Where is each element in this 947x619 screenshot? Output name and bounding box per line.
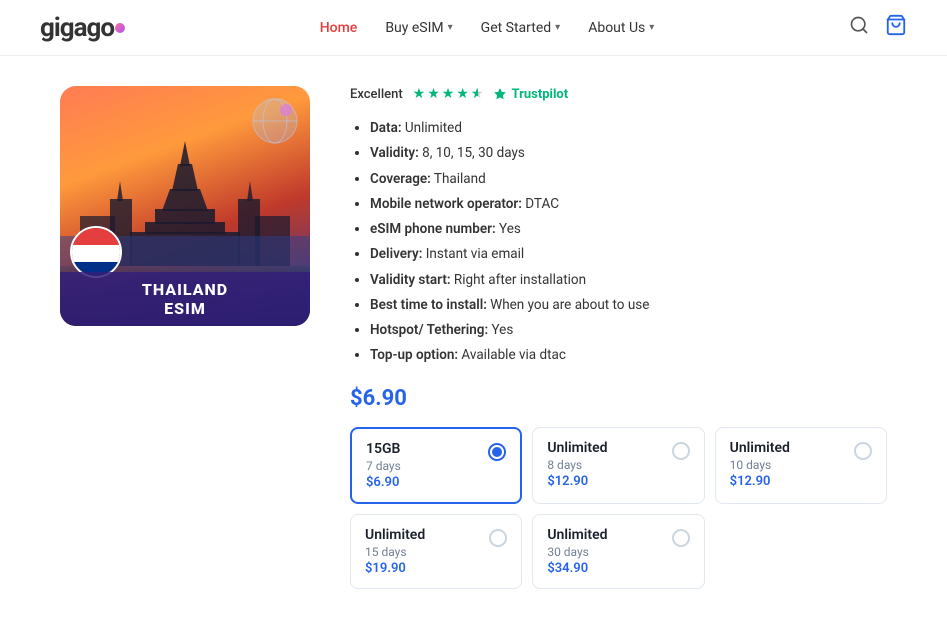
plan-radio-1 [672, 442, 690, 460]
chevron-down-icon: ▾ [649, 22, 654, 33]
logo-dot [115, 23, 125, 33]
plan-validity: 15 days [365, 545, 425, 559]
plan-radio-4 [672, 529, 690, 547]
logo[interactable]: gigago [40, 13, 125, 43]
trustpilot-label: Trustpilot [511, 87, 568, 102]
specs-list: Data: Unlimited Validity: 8, 10, 15, 30 … [350, 118, 887, 366]
logo-text-go: go [87, 13, 115, 43]
plan-card-unlimited-8days[interactable]: Unlimited 8 days $12.90 [532, 427, 704, 504]
spec-operator: Mobile network operator: DTAC [370, 194, 887, 214]
star-3: ★ [442, 86, 455, 102]
nav-about-us[interactable]: About Us ▾ [588, 20, 654, 36]
trustpilot-badge: Trustpilot [493, 87, 568, 102]
spec-data: Data: Unlimited [370, 118, 887, 138]
header-icons [849, 14, 907, 41]
logo-text-giga: giga [40, 13, 87, 43]
spec-best-time: Best time to install: When you are about… [370, 295, 887, 315]
rating-row: Excellent ★ ★ ★ ★ ★ ★ Trustpilot [350, 86, 887, 102]
plans-grid: 15GB 7 days $6.90 Unlimited 8 days $12.9… [350, 427, 887, 589]
star-2: ★ [427, 86, 440, 102]
plan-validity: 8 days [547, 458, 607, 472]
main-nav: Home Buy eSIM ▾ Get Started ▾ About Us ▾ [320, 20, 655, 36]
plan-card-unlimited-15days[interactable]: Unlimited 15 days $19.90 [350, 514, 522, 589]
chevron-down-icon: ▾ [448, 22, 453, 33]
plan-name: 15GB [366, 441, 401, 457]
plan-radio-3 [489, 529, 507, 547]
rating-label: Excellent [350, 87, 403, 102]
search-button[interactable] [849, 15, 869, 40]
page-content: THAILAND ESIM Excellent ★ ★ ★ ★ ★ ★ [0, 56, 947, 619]
plan-name: Unlimited [730, 440, 790, 456]
spec-validity: Validity: 8, 10, 15, 30 days [370, 143, 887, 163]
star-1: ★ [413, 86, 426, 102]
star-5-half: ★ ★ [471, 86, 484, 102]
product-image-box: THAILAND ESIM [60, 86, 310, 326]
plan-price: $6.90 [366, 475, 401, 490]
spec-delivery: Delivery: Instant via email [370, 244, 887, 264]
plan-price: $19.90 [365, 561, 425, 576]
plan-radio-2 [854, 442, 872, 460]
product-image-label: THAILAND ESIM [60, 272, 310, 326]
plan-card-15gb-7days[interactable]: 15GB 7 days $6.90 [350, 427, 522, 504]
plan-validity: 30 days [547, 545, 607, 559]
spec-esim-phone: eSIM phone number: Yes [370, 219, 887, 239]
plan-price: $34.90 [547, 561, 607, 576]
star-4: ★ [456, 86, 469, 102]
cart-button[interactable] [885, 14, 907, 41]
product-scene: THAILAND ESIM [60, 86, 310, 326]
plan-validity: 7 days [366, 459, 401, 473]
plan-card-unlimited-30days[interactable]: Unlimited 30 days $34.90 [532, 514, 704, 589]
plan-price: $12.90 [730, 474, 790, 489]
plan-validity: 10 days [730, 458, 790, 472]
product-details: Excellent ★ ★ ★ ★ ★ ★ Trustpilot Data: U… [350, 86, 887, 589]
plan-radio-0 [488, 443, 506, 461]
thailand-flag [70, 226, 122, 278]
plan-price: $12.90 [547, 474, 607, 489]
plan-card-unlimited-10days[interactable]: Unlimited 10 days $12.90 [715, 427, 887, 504]
spec-coverage: Coverage: Thailand [370, 169, 887, 189]
spec-validity-start: Validity start: Right after installation [370, 270, 887, 290]
plan-name: Unlimited [365, 527, 425, 543]
product-price: $6.90 [350, 386, 887, 411]
nav-home[interactable]: Home [320, 20, 358, 36]
nav-get-started[interactable]: Get Started ▾ [481, 20, 561, 36]
header: gigago Home Buy eSIM ▾ Get Started ▾ Abo… [0, 0, 947, 56]
chevron-down-icon: ▾ [555, 22, 560, 33]
plan-name: Unlimited [547, 440, 607, 456]
nav-buy-esim[interactable]: Buy eSIM ▾ [385, 20, 452, 36]
spec-hotspot: Hotspot/ Tethering: Yes [370, 320, 887, 340]
plan-name: Unlimited [547, 527, 607, 543]
star-rating: ★ ★ ★ ★ ★ ★ [413, 86, 484, 102]
spec-topup: Top-up option: Available via dtac [370, 345, 887, 365]
product-image-section: THAILAND ESIM [60, 86, 310, 589]
